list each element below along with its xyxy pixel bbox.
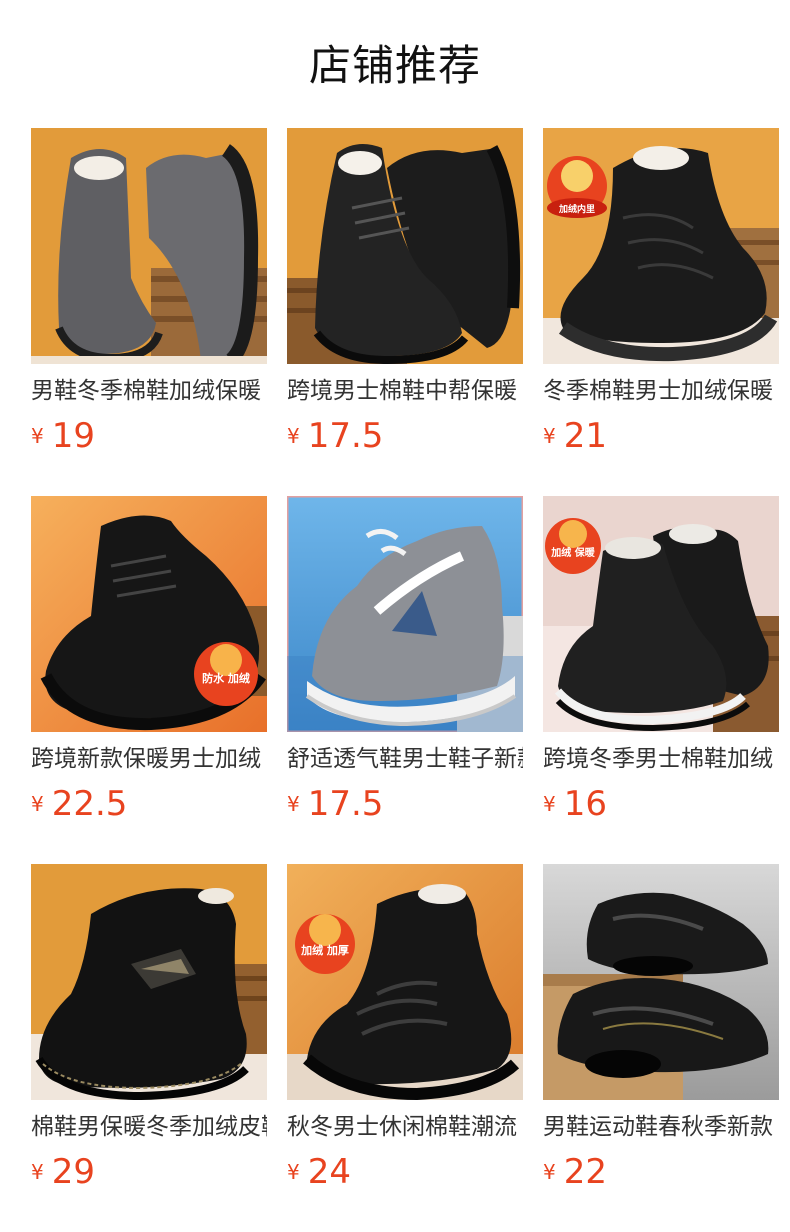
product-card[interactable]: 男鞋运动鞋春秋季新款 ¥22 xyxy=(543,864,779,1204)
product-card[interactable]: 跨境男士棉鞋中帮保暖 ¥17.5 xyxy=(287,128,523,468)
product-price: ¥16 xyxy=(543,784,607,828)
product-name[interactable]: 男鞋运动鞋春秋季新款 xyxy=(543,1110,779,1146)
price-amount: 17.5 xyxy=(307,416,384,456)
product-image[interactable]: 加绒 加厚 xyxy=(287,864,523,1100)
product-price: ¥21 xyxy=(543,416,607,460)
product-price: ¥22.5 xyxy=(31,784,127,828)
product-image[interactable] xyxy=(31,864,267,1100)
currency-symbol: ¥ xyxy=(287,792,300,816)
price-amount: 21 xyxy=(563,416,607,456)
currency-symbol: ¥ xyxy=(543,1160,556,1184)
product-card[interactable]: 加绒内里 冬季棉鞋男士加绒保暖 ¥21 xyxy=(543,128,779,468)
product-card[interactable]: 防水 加绒 跨境新款保暖男士加绒 ¥22.5 xyxy=(31,496,267,836)
price-amount: 22 xyxy=(563,1152,607,1192)
currency-symbol: ¥ xyxy=(31,424,44,448)
product-image[interactable]: 加绒 保暖 xyxy=(543,496,779,732)
product-name[interactable]: 棉鞋男保暖冬季加绒皮鞋 xyxy=(31,1110,267,1146)
price-amount: 16 xyxy=(563,784,607,824)
product-card[interactable]: 加绒 保暖 跨境冬季男士棉鞋加绒 ¥16 xyxy=(543,496,779,836)
product-card[interactable]: 男鞋冬季棉鞋加绒保暖 ¥19 xyxy=(31,128,267,468)
product-name[interactable]: 舒适透气鞋男士鞋子新款 xyxy=(287,742,523,778)
product-card[interactable]: 棉鞋男保暖冬季加绒皮鞋 ¥29 xyxy=(31,864,267,1204)
page-title: 店铺推荐 xyxy=(308,41,481,90)
badge-label: 加绒 加厚 xyxy=(300,943,349,957)
product-price: ¥22 xyxy=(543,1152,607,1196)
price-amount: 22.5 xyxy=(51,784,128,824)
product-card[interactable]: 舒适透气鞋男士鞋子新款 ¥17.5 xyxy=(287,496,523,836)
currency-symbol: ¥ xyxy=(287,424,300,448)
price-amount: 19 xyxy=(51,416,95,456)
badge-label: 加绒内里 xyxy=(558,203,595,215)
currency-symbol: ¥ xyxy=(31,1160,44,1184)
product-image[interactable] xyxy=(287,496,523,732)
product-price: ¥17.5 xyxy=(287,784,383,828)
product-price: ¥24 xyxy=(287,1152,351,1196)
product-price: ¥17.5 xyxy=(287,416,383,460)
product-name[interactable]: 秋冬男士休闲棉鞋潮流 xyxy=(287,1110,523,1146)
product-name[interactable]: 跨境新款保暖男士加绒 xyxy=(31,742,267,778)
badge-label: 防水 加绒 xyxy=(202,671,250,685)
currency-symbol: ¥ xyxy=(543,424,556,448)
product-name[interactable]: 男鞋冬季棉鞋加绒保暖 xyxy=(31,374,267,410)
product-name[interactable]: 跨境冬季男士棉鞋加绒 xyxy=(543,742,779,778)
currency-symbol: ¥ xyxy=(31,792,44,816)
product-name[interactable]: 冬季棉鞋男士加绒保暖 xyxy=(543,374,779,410)
badge-label: 加绒 保暖 xyxy=(550,546,595,559)
product-price: ¥19 xyxy=(31,416,95,460)
product-image[interactable]: 加绒内里 xyxy=(543,128,779,364)
product-image[interactable]: 防水 加绒 xyxy=(31,496,267,732)
price-amount: 24 xyxy=(307,1152,351,1192)
product-card[interactable]: 加绒 加厚 秋冬男士休闲棉鞋潮流 ¥24 xyxy=(287,864,523,1204)
product-name[interactable]: 跨境男士棉鞋中帮保暖 xyxy=(287,374,523,410)
product-image[interactable] xyxy=(543,864,779,1100)
price-amount: 29 xyxy=(51,1152,95,1192)
currency-symbol: ¥ xyxy=(287,1160,300,1184)
price-amount: 17.5 xyxy=(307,784,384,824)
currency-symbol: ¥ xyxy=(543,792,556,816)
product-price: ¥29 xyxy=(31,1152,95,1196)
product-image[interactable] xyxy=(31,128,267,364)
product-image[interactable] xyxy=(287,128,523,364)
